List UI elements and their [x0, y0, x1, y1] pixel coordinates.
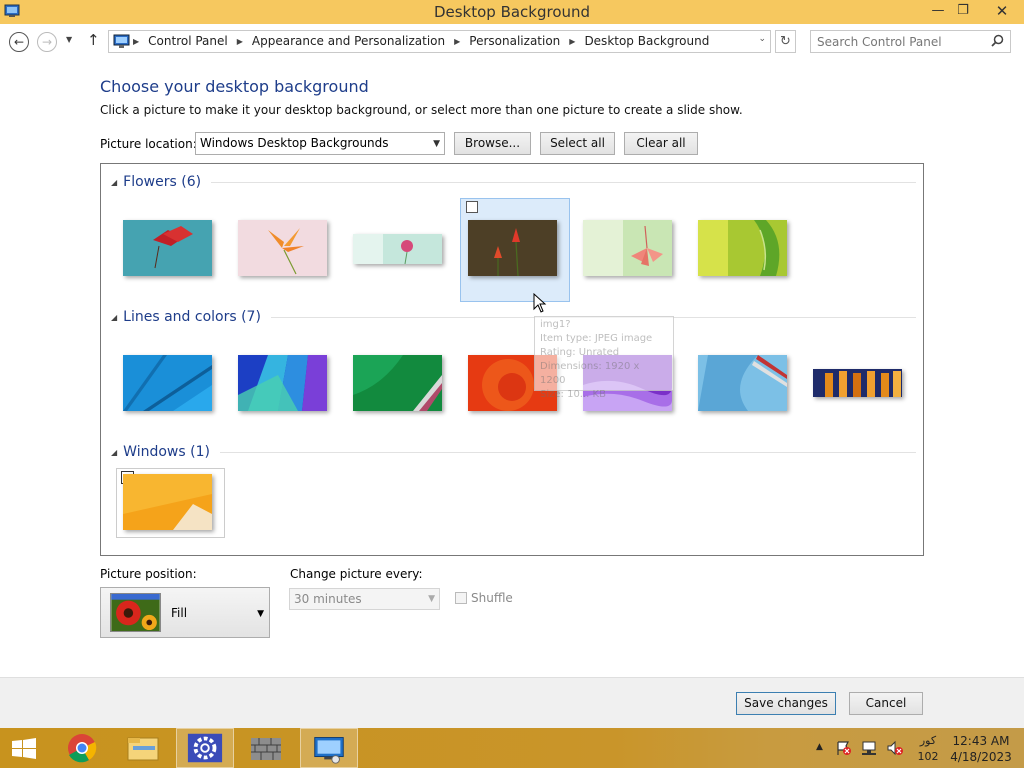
collapse-triangle-icon[interactable]: ◢	[111, 313, 117, 322]
clock-date: 4/18/2023	[950, 750, 1012, 764]
breadcrumb-separator-icon[interactable]: ▶	[237, 37, 243, 46]
breadcrumb-desktop-background[interactable]: Desktop Background	[584, 34, 709, 48]
tooltip-line: Dimensions: 1920 x 1200	[540, 361, 640, 386]
breadcrumb-personalization[interactable]: Personalization	[469, 34, 560, 48]
wallpaper-thumbnail[interactable]	[238, 220, 327, 276]
volume-muted-icon[interactable]	[886, 740, 904, 756]
wallpaper-thumbnail[interactable]	[698, 355, 787, 411]
wallpaper-tooltip: img1? Item type: JPEG image Rating: Unra…	[534, 316, 674, 400]
breadcrumb: ▶ Control Panel ▶ Appearance and Persona…	[133, 34, 709, 48]
group-header-lines-and-colors[interactable]: ◢ Lines and colors (7)	[111, 309, 916, 325]
input-language-indicator[interactable]: کور 102	[916, 733, 940, 765]
picture-position-value: Fill	[171, 606, 188, 620]
system-clock[interactable]: 12:43 AM 4/18/2023	[950, 733, 1012, 765]
browse-button[interactable]: Browse...	[454, 132, 531, 155]
wallpaper-thumbnail[interactable]	[813, 369, 902, 397]
control-panel-taskbar-icon[interactable]	[300, 728, 358, 768]
change-picture-interval-select[interactable]: 30 minutes ▼	[289, 588, 440, 610]
group-divider	[219, 451, 916, 453]
picture-location-select[interactable]: Windows Desktop Backgrounds ▼	[195, 132, 445, 155]
group-name: Windows (1)	[123, 444, 210, 460]
language-label: کور	[919, 734, 937, 747]
picture-location-value: Windows Desktop Backgrounds	[200, 136, 389, 150]
title-bar: Desktop Background — ❐ ✕	[0, 0, 1024, 24]
collapse-triangle-icon[interactable]: ◢	[111, 448, 117, 457]
breadcrumb-separator-icon[interactable]: ▶	[133, 37, 139, 46]
mouse-cursor-icon	[533, 293, 547, 313]
window-title: Desktop Background	[433, 3, 591, 21]
control-panel-icon	[113, 34, 130, 48]
action-center-flag-icon[interactable]	[836, 740, 852, 756]
address-bar[interactable]: ▶ Control Panel ▶ Appearance and Persona…	[108, 30, 771, 53]
change-picture-value: 30 minutes	[294, 592, 362, 606]
search-icon[interactable]	[991, 34, 1004, 47]
wallpaper-gallery[interactable]: ◢ Flowers (6) ◢ Lines and colors (7) ◢ W…	[100, 163, 924, 556]
wallpaper-thumbnail[interactable]	[468, 220, 557, 276]
shuffle-checkbox[interactable]	[455, 592, 467, 604]
chevron-down-icon: ▼	[433, 139, 440, 149]
back-button[interactable]: ←	[9, 32, 29, 52]
search-input[interactable]	[817, 32, 989, 52]
forward-button[interactable]: →	[37, 32, 57, 52]
page-title: Choose your desktop background	[100, 77, 369, 96]
wallpaper-checkbox[interactable]	[466, 201, 478, 213]
clear-all-button[interactable]: Clear all	[624, 132, 698, 155]
up-button[interactable]: ↑	[87, 31, 100, 49]
address-dropdown-icon[interactable]: ⌄	[758, 34, 766, 44]
tooltip-line: img1?	[540, 319, 571, 330]
minimize-button[interactable]: —	[926, 0, 950, 22]
picture-position-label: Picture position:	[100, 567, 197, 581]
group-divider	[211, 181, 916, 183]
change-picture-label: Change picture every:	[290, 567, 423, 581]
language-code: 102	[917, 750, 939, 763]
chrome-icon[interactable]	[55, 728, 113, 768]
firewall-wall-icon[interactable]	[237, 728, 295, 768]
shuffle-label: Shuffle	[471, 591, 513, 605]
save-changes-button[interactable]: Save changes	[736, 692, 836, 715]
breadcrumb-separator-icon[interactable]: ▶	[569, 37, 575, 46]
wallpaper-thumbnail[interactable]	[583, 220, 672, 276]
settings-gear-icon[interactable]	[176, 728, 234, 768]
breadcrumb-appearance[interactable]: Appearance and Personalization	[252, 34, 445, 48]
tooltip-line: Size: 10... KB	[540, 389, 606, 400]
clock-time: 12:43 AM	[952, 734, 1010, 748]
wallpaper-thumbnail[interactable]	[123, 474, 212, 530]
page-instructions: Click a picture to make it your desktop …	[100, 103, 743, 117]
group-name: Lines and colors (7)	[123, 309, 261, 325]
shuffle-option[interactable]: Shuffle	[455, 591, 513, 605]
breadcrumb-separator-icon[interactable]: ▶	[454, 37, 460, 46]
select-all-button[interactable]: Select all	[540, 132, 615, 155]
group-header-flowers[interactable]: ◢ Flowers (6)	[111, 174, 916, 190]
show-hidden-icons-button[interactable]: ▲	[816, 742, 823, 768]
chevron-down-icon: ▼	[257, 609, 264, 619]
group-header-windows[interactable]: ◢ Windows (1)	[111, 444, 916, 460]
group-name: Flowers (6)	[123, 174, 202, 190]
recent-locations-button[interactable]: ▼	[66, 35, 72, 44]
collapse-triangle-icon[interactable]: ◢	[111, 178, 117, 187]
close-button[interactable]: ✕	[980, 0, 1024, 22]
windows-start-icon[interactable]	[0, 728, 48, 768]
wallpaper-thumbnail[interactable]	[123, 355, 212, 411]
restore-button[interactable]: ❐	[950, 0, 976, 22]
search-box[interactable]	[810, 30, 1011, 53]
taskbar: ▲ کور 102 12:43 AM 4/18/2023	[0, 728, 1024, 768]
wallpaper-thumbnail[interactable]	[698, 220, 787, 276]
chevron-down-icon: ▼	[428, 594, 435, 604]
breadcrumb-control-panel[interactable]: Control Panel	[148, 34, 228, 48]
picture-position-preview-icon	[110, 593, 161, 632]
cancel-button[interactable]: Cancel	[849, 692, 923, 715]
wallpaper-thumbnail[interactable]	[238, 355, 327, 411]
navigation-bar: ← → ▼ ↑ ▶ Control Panel ▶ Appearance and…	[0, 24, 1024, 58]
network-icon[interactable]	[861, 740, 879, 756]
file-explorer-icon[interactable]	[115, 728, 173, 768]
wallpaper-thumbnail[interactable]	[353, 234, 442, 264]
picture-location-label: Picture location:	[100, 137, 197, 151]
refresh-button[interactable]: ↻	[775, 30, 796, 53]
tooltip-line: Rating: Unrated	[540, 347, 620, 358]
picture-position-select[interactable]: Fill ▼	[100, 587, 270, 638]
tooltip-line: Item type: JPEG image	[540, 333, 653, 344]
wallpaper-thumbnail[interactable]	[353, 355, 442, 411]
wallpaper-thumbnail[interactable]	[123, 220, 212, 276]
